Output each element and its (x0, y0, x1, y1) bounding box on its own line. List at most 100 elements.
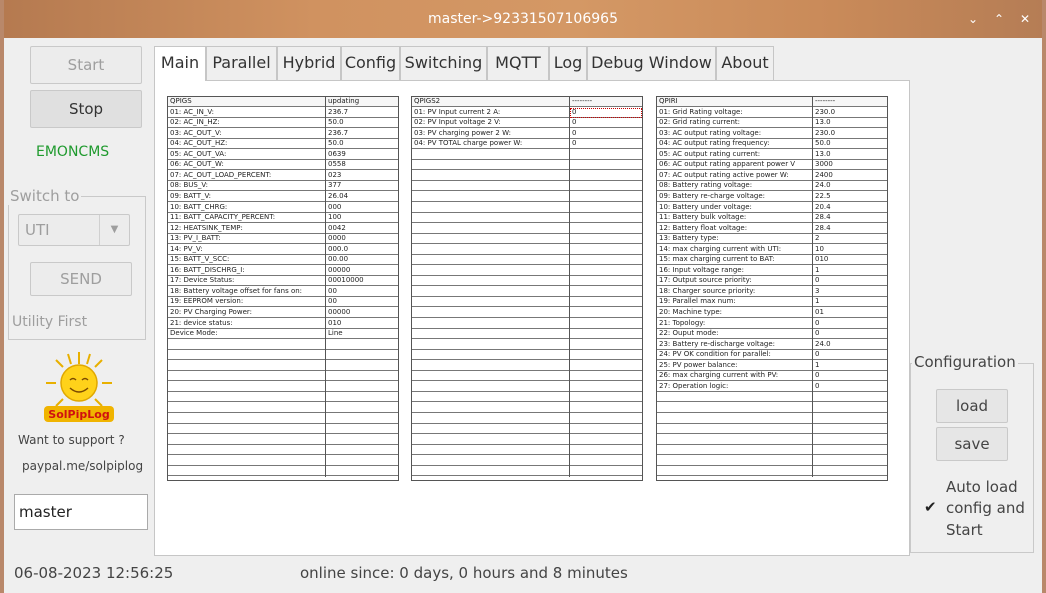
row-value (570, 255, 642, 265)
auto-load-checkbox[interactable]: ✔ (924, 498, 940, 516)
table-row: 01: Grid Rating voltage: 230.0 (657, 108, 887, 118)
table-row (412, 224, 642, 234)
table-row: 03: AC output rating voltage: 230.0 (657, 129, 887, 139)
row-label (412, 445, 569, 455)
table-row: 02: Grid rating current: 13.0 (657, 118, 887, 129)
load-button[interactable]: load (936, 389, 1008, 423)
table-row (168, 424, 398, 435)
table-row: 24: PV OK condition for parallel: 0 (657, 350, 887, 361)
row-value: 0 (815, 318, 820, 327)
row-label: 16: BATT_DISCHRG_I: (170, 265, 245, 274)
row-value (570, 350, 642, 360)
row-value: 28.4 (815, 213, 831, 222)
table-row: 03: AC_OUT_V: 236.7 (168, 129, 398, 139)
row-value (570, 403, 642, 413)
tab-mqtt[interactable]: MQTT (487, 46, 549, 80)
table-row: 17: Output source priority: 0 (657, 276, 887, 287)
auto-load-label-line2: config and (946, 499, 1025, 517)
table-row (412, 150, 642, 160)
row-label (412, 350, 569, 360)
row-label (412, 403, 569, 413)
row-label: 16: Input voltage range: (659, 265, 744, 274)
table-row: Device Mode: Line (168, 329, 398, 340)
chevron-down-icon[interactable]: ▼ (99, 215, 129, 245)
table-row (412, 287, 642, 297)
name-input[interactable]: master (14, 494, 148, 530)
row-label (412, 287, 569, 297)
mode-select[interactable]: UTI ▼ (18, 214, 130, 246)
stop-button[interactable]: Stop (30, 90, 142, 128)
table-row (657, 456, 887, 466)
row-value (570, 276, 642, 286)
table-row: 16: BATT_DISCHRG_I: 00000 (168, 266, 398, 276)
save-button[interactable]: save (936, 427, 1008, 461)
table-row (412, 192, 642, 202)
row-value: 023 (328, 170, 342, 179)
tab-main[interactable]: Main (154, 46, 206, 81)
paypal-link[interactable]: paypal.me/solpiplog (22, 459, 143, 473)
row-label (168, 361, 325, 371)
table-row: 21: device status: 010 (168, 319, 398, 329)
row-value (326, 424, 398, 434)
row-value (570, 213, 642, 223)
row-label: 13: PV_I_BATT: (170, 234, 221, 243)
row-value (813, 414, 887, 424)
row-label: 12: Battery float voltage: (659, 223, 748, 232)
row-value (570, 266, 642, 276)
tab-about[interactable]: About (716, 46, 774, 80)
tab-config[interactable]: Config (341, 46, 400, 80)
row-label: 27: Operation logic: (659, 381, 729, 390)
tab-debug-window[interactable]: Debug Window (587, 46, 716, 80)
row-label (168, 382, 325, 392)
table-row (412, 276, 642, 287)
close-icon[interactable]: ✕ (1016, 10, 1034, 28)
table-row (412, 234, 642, 245)
priority-text: Utility First (12, 314, 88, 330)
row-label (412, 382, 569, 392)
table-row: 21: Topology: 0 (657, 319, 887, 329)
row-value (570, 435, 642, 445)
title-bar[interactable]: master->92331507106965 ⌄ ⌃ ✕ (4, 0, 1042, 38)
row-value: 000.0 (328, 244, 349, 253)
row-value (570, 382, 642, 392)
row-label (168, 371, 325, 381)
row-value: 22.5 (815, 191, 831, 200)
main-panel: QPIGS updating 01: AC_IN_V: 236.7 02: AC_IN_… (154, 80, 910, 556)
qpiri-table: QPIRI -------- 01: Grid Rating voltage: 230… (656, 96, 888, 481)
send-button[interactable]: SEND (30, 262, 132, 296)
table-row (657, 466, 887, 477)
row-label: 17: Device Status: (170, 276, 235, 285)
row-label: 08: BUS_V: (170, 181, 208, 190)
table-row (412, 329, 642, 340)
chevron-up-icon[interactable]: ⌃ (990, 10, 1008, 28)
row-value: 0639 (328, 149, 346, 158)
row-value (570, 371, 642, 381)
row-value: 010 (328, 318, 342, 327)
tab-switching[interactable]: Switching (400, 46, 487, 80)
row-value (570, 224, 642, 234)
start-button[interactable]: Start (30, 46, 142, 84)
table-row: 11: BATT_CAPACITY_PERCENT: 100 (168, 213, 398, 224)
row-label: 02: PV Input voltage 2 V: (414, 118, 501, 127)
tab-log[interactable]: Log (549, 46, 587, 80)
row-value: 2400 (815, 170, 833, 179)
row-value (570, 203, 642, 213)
tab-hybrid[interactable]: Hybrid (277, 46, 341, 80)
row-value (570, 340, 642, 350)
row-value[interactable]: 0 (570, 107, 642, 118)
chevron-down-icon[interactable]: ⌄ (964, 10, 982, 28)
window-title: master->92331507106965 (428, 11, 618, 27)
table-row (412, 392, 642, 403)
table-row (412, 203, 642, 213)
row-value (570, 297, 642, 307)
row-label (412, 224, 569, 234)
row-value (570, 361, 642, 371)
row-label: 01: PV Input current 2 A: (414, 107, 501, 116)
row-value: 00000 (328, 265, 351, 274)
tab-parallel[interactable]: Parallel (206, 46, 277, 80)
table-row: 13: Battery type: 2 (657, 234, 887, 245)
row-label: 04: AC_OUT_HZ: (170, 139, 228, 148)
table-row (168, 382, 398, 392)
column-divider (325, 97, 326, 477)
row-value: 0042 (328, 223, 346, 232)
